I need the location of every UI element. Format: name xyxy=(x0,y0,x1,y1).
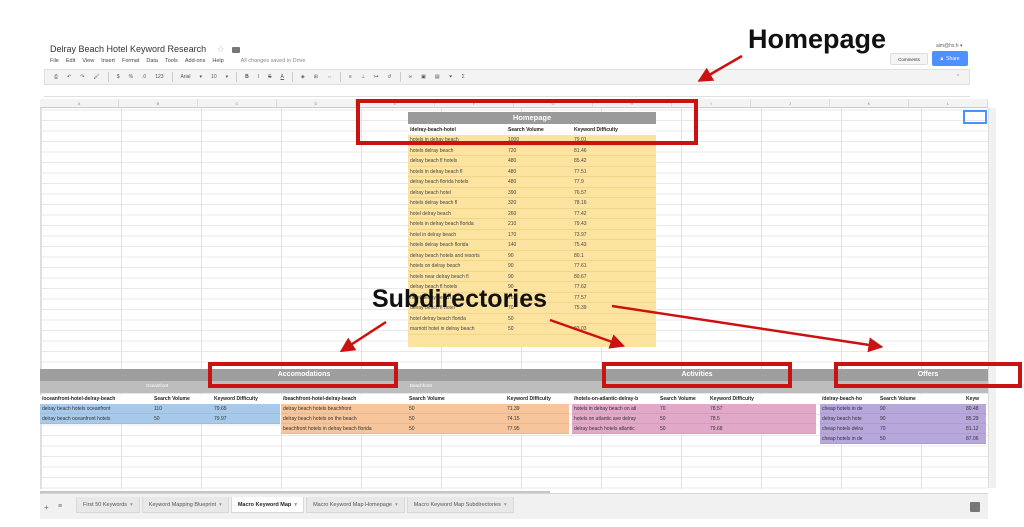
accomodations-arrow xyxy=(339,320,387,353)
sheet-tab[interactable]: Keyword Mapping Blueprint ▾ xyxy=(141,497,229,513)
sheet-tabs: First 50 Keywords ▾ Keyword Mapping Bluep… xyxy=(76,497,514,513)
chevron-down-icon[interactable]: ▾ xyxy=(294,502,297,508)
sheet-tab-label: Macro Keyword Map Homepage xyxy=(313,502,392,508)
homepage-arrow xyxy=(697,54,743,82)
sheet-tab-active[interactable]: Macro Keyword Map ▾ xyxy=(230,497,305,513)
activities-arrow xyxy=(549,318,626,349)
sheet-tab-label: Macro Keyword Map xyxy=(237,502,292,508)
chevron-down-icon[interactable]: ▾ xyxy=(130,502,133,508)
chevron-down-icon[interactable]: ▾ xyxy=(395,502,398,508)
explore-icon[interactable] xyxy=(970,502,980,512)
sheet-tab-label: Macro Keyword Map Subdirectories xyxy=(413,502,501,508)
sheet-tab[interactable]: First 50 Keywords ▾ xyxy=(76,497,140,513)
chevron-down-icon[interactable]: ▾ xyxy=(504,502,507,508)
annotation-arrows xyxy=(339,54,884,353)
offers-arrow xyxy=(611,304,884,353)
sheet-tab-label: First 50 Keywords xyxy=(83,502,128,508)
chevron-down-icon[interactable]: ▾ xyxy=(219,502,222,508)
sheet-list-icon[interactable]: ≡ xyxy=(58,503,62,510)
sheet-tab[interactable]: Macro Keyword Map Subdirectories ▾ xyxy=(406,497,514,513)
add-sheet-icon[interactable]: + xyxy=(44,503,49,512)
sheet-tab[interactable]: Macro Keyword Map Homepage ▾ xyxy=(306,497,405,513)
sheet-tab-label: Keyword Mapping Blueprint xyxy=(148,502,217,508)
